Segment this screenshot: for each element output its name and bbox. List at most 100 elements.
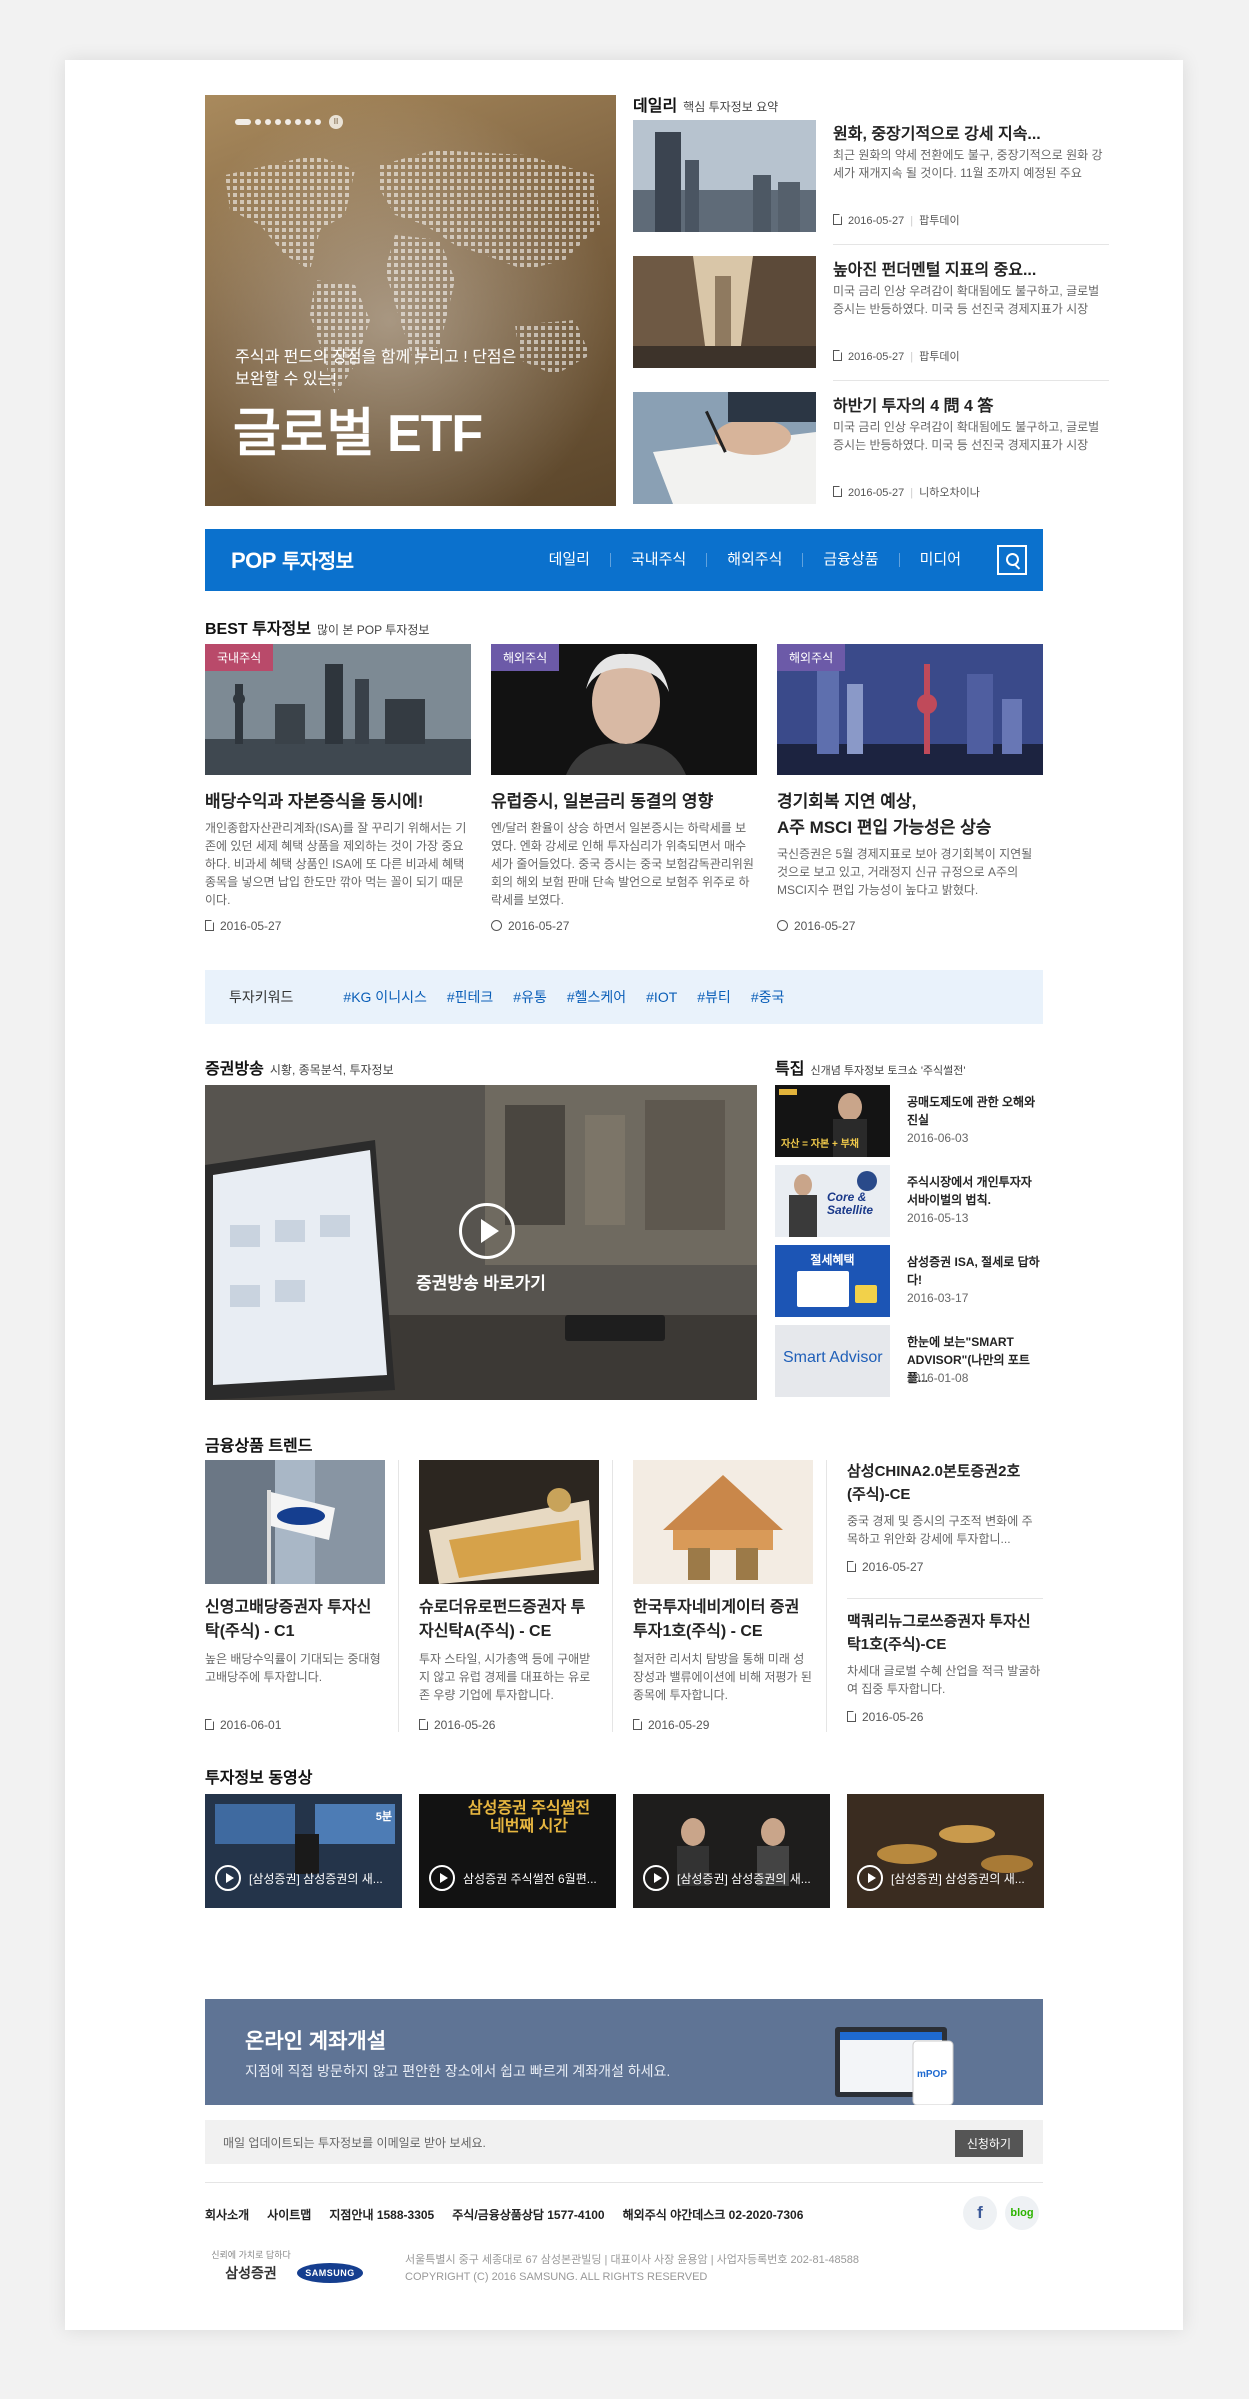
address-text: 서울특별시 중구 세종대로 67 삼성본관빌딩 | 대표이사 사장 윤용암 | … xyxy=(405,2254,860,2266)
best-card[interactable]: 해외주식 유럽증시, 일본금리 동결의 영향 엔/달러 환율이 상승 하면서 일… xyxy=(491,644,757,933)
trend-card-date: 2016-06-01 xyxy=(205,1718,281,1732)
carousel-dot[interactable] xyxy=(295,119,301,125)
best-card-title[interactable]: 배당수익과 자본증식을 동시에! xyxy=(205,789,471,815)
nav-item-financial-products[interactable]: 금융상품 xyxy=(803,552,900,567)
pause-icon[interactable]: II xyxy=(329,115,343,129)
facebook-icon[interactable]: f xyxy=(963,2196,997,2230)
nav-item-domestic-stock[interactable]: 국내주식 xyxy=(611,552,708,567)
daily-item[interactable]: 높아진 펀더멘털 지표의 중요... 미국 금리 인상 우려감이 확대됨에도 불… xyxy=(633,256,1109,378)
broadcast-cta[interactable]: 증권방송 바로가기 xyxy=(205,1269,757,1294)
divider xyxy=(833,380,1109,381)
category-tag[interactable]: 해외주식 xyxy=(777,644,846,671)
carousel-dot[interactable] xyxy=(285,119,291,125)
devices-illustration xyxy=(835,2027,954,2105)
pop-logo[interactable]: POP 투자정보 xyxy=(231,545,354,574)
carousel-dot[interactable] xyxy=(315,119,321,125)
trend-card-title[interactable]: 한국투자네비게이터 증권투자1호(주식) - CE xyxy=(633,1596,813,1644)
play-icon[interactable] xyxy=(459,1203,515,1259)
trend-side-item[interactable]: 삼성CHINA2.0본토증권2호 (주식)-CE 중국 경제 및 증시의 구조적… xyxy=(847,1460,1043,1574)
divider xyxy=(847,1598,1043,1599)
trend-card[interactable]: 신영고배당증권자 투자신탁(주식) - C1 높은 배당수익률이 기대되는 중대… xyxy=(205,1460,385,1732)
nav-item-media[interactable]: 미디어 xyxy=(900,552,981,567)
footer-link-branches[interactable]: 지점안내 1588-3305 xyxy=(329,2206,434,2223)
daily-item[interactable]: 원화, 중장기적으로 강세 지속... 최근 원화의 약세 전환에도 불구, 중… xyxy=(633,120,1109,242)
daily-item-title[interactable]: 원화, 중장기적으로 강세 지속... xyxy=(833,120,1109,144)
trend-side-title[interactable]: 맥쿼리뉴그로쓰증권자 투자신탁1호(주식)-CE xyxy=(847,1610,1043,1656)
keyword-link[interactable]: #헬스케어 xyxy=(567,987,626,1007)
best-card-date: 2016-05-27 xyxy=(205,919,281,933)
daily-item-title[interactable]: 높아진 펀더멘털 지표의 중요... xyxy=(833,256,1109,280)
best-card[interactable]: 국내주식 배당수익과 자본증식을 동시에! 개인종합자산관리계좌(ISA)를 잘… xyxy=(205,644,471,933)
footer-link-about[interactable]: 회사소개 xyxy=(205,2206,249,2223)
footer-address: 서울특별시 중구 세종대로 67 삼성본관빌딩 | 대표이사 사장 윤용암 | … xyxy=(405,2252,859,2286)
special-item[interactable]: 자산 = 자본 + 부채 공매도제도에 관한 오해와 진실 2016-06-03 xyxy=(775,1085,1043,1157)
carousel-indicators[interactable]: II xyxy=(235,115,343,129)
trend-card[interactable]: 슈로더유로펀드증권자 투자신탁A(주식) - CE 투자 스타일, 시가총액 등… xyxy=(419,1460,599,1732)
search-icon[interactable] xyxy=(997,545,1027,575)
special-item[interactable]: Smart Advisor 한눈에 보는"SMART ADVISOR"(나만의 … xyxy=(775,1325,1043,1397)
daily-item-title[interactable]: 하반기 투자의 4 問 4 答 xyxy=(833,392,1109,416)
video-thumb[interactable]: 5분 [삼성증권] 삼성증권의 새... xyxy=(205,1794,402,1908)
special-item-title[interactable]: 삼성증권 ISA, 절세로 답하다! xyxy=(907,1253,1043,1289)
play-icon[interactable] xyxy=(857,1865,883,1891)
play-icon[interactable] xyxy=(215,1865,241,1891)
play-icon[interactable] xyxy=(643,1865,669,1891)
video-title[interactable]: 삼성증권 주식썰전 6월편... xyxy=(463,1870,597,1887)
copyright-text: COPYRIGHT (C) 2016 SAMSUNG. ALL RIGHTS R… xyxy=(405,2271,708,2283)
daily-item-source: 니하오차이나 xyxy=(919,487,980,499)
video-title[interactable]: [삼성증권] 삼성증권의 새... xyxy=(249,1870,383,1887)
keyword-link[interactable]: #KG 이니시스 xyxy=(343,987,426,1007)
carousel-dot[interactable] xyxy=(265,119,271,125)
daily-item[interactable]: 하반기 투자의 4 問 4 答 미국 금리 인상 우려감이 확대됨에도 불구하고… xyxy=(633,392,1109,514)
daily-item-desc: 미국 금리 인상 우려감이 확대됨에도 불구하고, 글로벌 증시는 반등하였다.… xyxy=(833,284,1100,316)
video-thumb[interactable]: [삼성증권] 삼성증권의 새... xyxy=(847,1794,1044,1908)
nav-item-overseas-stock[interactable]: 해외주식 xyxy=(707,552,804,567)
best-card[interactable]: 해외주식 경기회복 지연 예상, A주 MSCI 편입 가능성은 상승 국신증권… xyxy=(777,644,1043,933)
trend-card-title[interactable]: 슈로더유로펀드증권자 투자신탁A(주식) - CE xyxy=(419,1596,599,1644)
broadcast-subtitle: 시황, 종목분석, 투자정보 xyxy=(269,1063,394,1077)
trend-side-title[interactable]: 삼성CHINA2.0본토증권2호 (주식)-CE xyxy=(847,1460,1043,1506)
hero-banner[interactable]: II 주식과 펀드의 장점을 함께 누리고 ! 단점은 보완할 수 있는! 글로… xyxy=(205,95,616,506)
special-item[interactable]: 절세혜택 삼성증권 ISA, 절세로 답하다! 2016-03-17 xyxy=(775,1245,1043,1317)
broadcast-video[interactable]: 증권방송 바로가기 xyxy=(205,1085,757,1400)
trend-card-title[interactable]: 신영고배당증권자 투자신탁(주식) - C1 xyxy=(205,1596,385,1644)
trend-side-item[interactable]: 맥쿼리뉴그로쓰증권자 투자신탁1호(주식)-CE 차세대 글로벌 수혜 산업을 … xyxy=(847,1610,1043,1724)
footer-link-consult[interactable]: 주식/금융상품상담 1577-4100 xyxy=(452,2206,604,2223)
carousel-dot[interactable] xyxy=(275,119,281,125)
special-item[interactable]: Core & Satellite 주식시장에서 개인투자자 서바이벌의 법칙. … xyxy=(775,1165,1043,1237)
keyword-link[interactable]: #유통 xyxy=(513,987,547,1007)
video-thumb[interactable]: [삼성증권] 삼성증권의 새... xyxy=(633,1794,830,1908)
special-item-date: 2016-05-13 xyxy=(907,1211,969,1225)
samsung-securities-logo[interactable]: 신뢰에 가치로 답하다 삼성증권 xyxy=(211,2248,291,2283)
keyword-link[interactable]: #핀테크 xyxy=(447,987,493,1007)
video-title[interactable]: [삼성증권] 삼성증권의 새... xyxy=(891,1870,1025,1887)
nav-item-daily[interactable]: 데일리 xyxy=(529,552,611,567)
clock-icon xyxy=(777,920,788,931)
thumb-text: 5분 xyxy=(375,1811,392,1823)
footer-link-sitemap[interactable]: 사이트맵 xyxy=(267,2206,311,2223)
subscribe-button[interactable]: 신청하기 xyxy=(954,2130,1023,2157)
footer-link-overseas-desk[interactable]: 해외주식 야간데스크 02-2020-7306 xyxy=(623,2206,804,2223)
best-card-title[interactable]: 경기회복 지연 예상, A주 MSCI 편입 가능성은 상승 xyxy=(777,789,1043,841)
special-item-title[interactable]: 주식시장에서 개인투자자 서바이벌의 법칙. xyxy=(907,1173,1043,1209)
category-tag[interactable]: 국내주식 xyxy=(205,644,274,671)
category-tag[interactable]: 해외주식 xyxy=(491,644,560,671)
trend-card[interactable]: 한국투자네비게이터 증권투자1호(주식) - CE 철저한 리서치 탐방을 통해… xyxy=(633,1460,813,1732)
account-opening-banner[interactable]: 온라인 계좌개설 지점에 직접 방문하지 않고 편안한 장소에서 쉽고 빠르게 … xyxy=(205,1999,1043,2105)
carousel-dot[interactable] xyxy=(305,119,311,125)
best-card-title[interactable]: 유럽증시, 일본금리 동결의 영향 xyxy=(491,789,757,815)
keyword-link[interactable]: #IOT xyxy=(646,989,677,1005)
samsung-logo[interactable]: SAMSUNG xyxy=(297,2263,363,2283)
keyword-link[interactable]: #뷰티 xyxy=(697,987,731,1007)
play-icon[interactable] xyxy=(429,1865,455,1891)
video-title[interactable]: [삼성증권] 삼성증권의 새... xyxy=(677,1870,811,1887)
special-item-title[interactable]: 공매도제도에 관한 오해와 진실 xyxy=(907,1093,1043,1129)
carousel-dot[interactable] xyxy=(255,119,261,125)
blog-icon[interactable]: blog xyxy=(1005,2196,1039,2230)
video-caption: 삼성증권 주식썰전 6월편... xyxy=(419,1848,616,1908)
video-thumb[interactable]: 삼성증권 주식썰전 네번째 시간 삼성증권 주식썰전 6월편... xyxy=(419,1794,616,1908)
date-text: 2016-05-27 xyxy=(508,919,570,933)
carousel-dot-active[interactable] xyxy=(235,119,251,125)
keyword-link[interactable]: #중국 xyxy=(751,987,785,1007)
trend-card-image xyxy=(633,1460,813,1584)
